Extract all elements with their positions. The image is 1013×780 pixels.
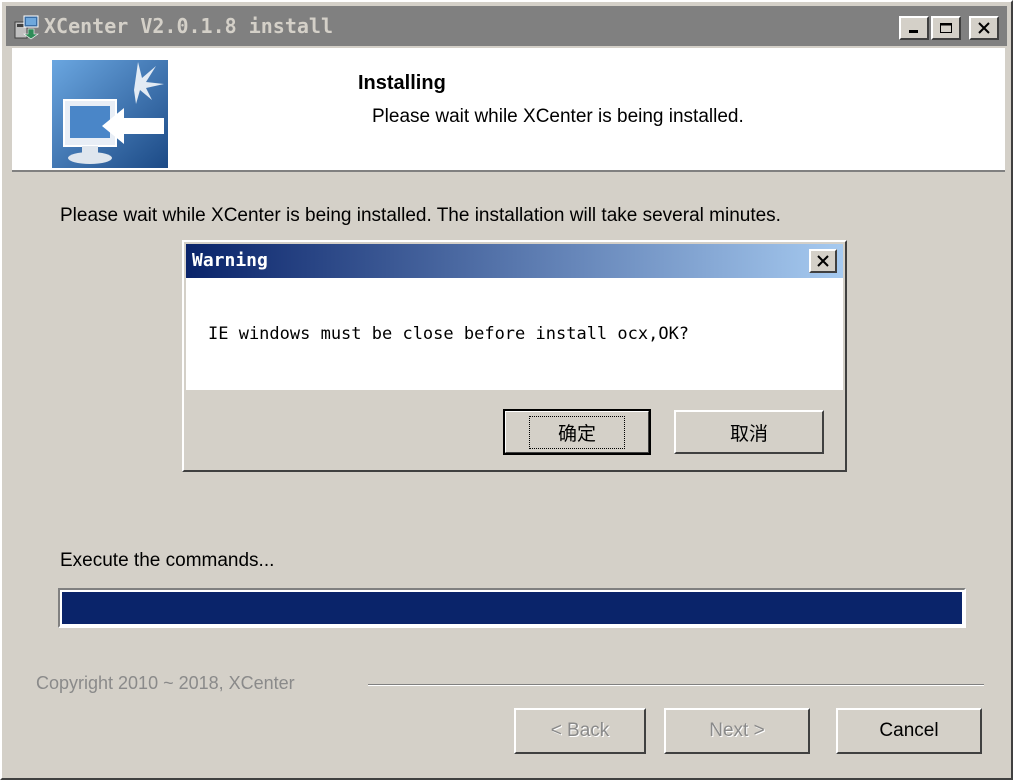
- status-text: Execute the commands...: [60, 550, 275, 571]
- maximize-icon: [940, 23, 952, 33]
- dialog-ok-label: 确定: [528, 415, 625, 449]
- dialog-title-bar[interactable]: Warning: [186, 244, 843, 278]
- installer-window: XCenter V2.0.1.8 install Installing Plea…: [0, 0, 1013, 780]
- dialog-ok-button[interactable]: 确定: [503, 409, 651, 455]
- dialog-message: IE windows must be close before install …: [208, 324, 690, 344]
- close-icon: [817, 255, 829, 267]
- minimize-button[interactable]: [899, 16, 929, 40]
- close-button[interactable]: [969, 16, 999, 40]
- close-icon: [978, 22, 990, 34]
- cancel-button[interactable]: Cancel: [836, 708, 982, 754]
- window-title: XCenter V2.0.1.8 install: [44, 14, 333, 38]
- back-button[interactable]: < Back: [514, 708, 646, 754]
- progress-bar: [58, 588, 966, 628]
- dialog-cancel-button[interactable]: 取消: [674, 410, 824, 454]
- install-message: Please wait while XCenter is being insta…: [60, 205, 781, 226]
- dialog-body: IE windows must be close before install …: [186, 278, 843, 390]
- installer-monitor-icon: [52, 60, 168, 168]
- footer-divider: [368, 684, 984, 686]
- wizard-header: Installing Please wait while XCenter is …: [12, 48, 1005, 172]
- dialog-close-button[interactable]: [809, 249, 837, 273]
- minimize-icon: [909, 30, 918, 33]
- copyright-text: Copyright 2010 ~ 2018, XCenter: [36, 673, 295, 693]
- window-title-bar[interactable]: XCenter V2.0.1.8 install: [6, 6, 1007, 46]
- warning-dialog: Warning IE windows must be close before …: [182, 240, 847, 472]
- header-subtitle: Please wait while XCenter is being insta…: [372, 106, 744, 127]
- progress-fill: [62, 592, 962, 624]
- header-title: Installing: [358, 72, 446, 94]
- next-button[interactable]: Next >: [664, 708, 810, 754]
- maximize-button[interactable]: [931, 16, 961, 40]
- installer-app-icon: [14, 15, 39, 40]
- dialog-title: Warning: [192, 250, 268, 271]
